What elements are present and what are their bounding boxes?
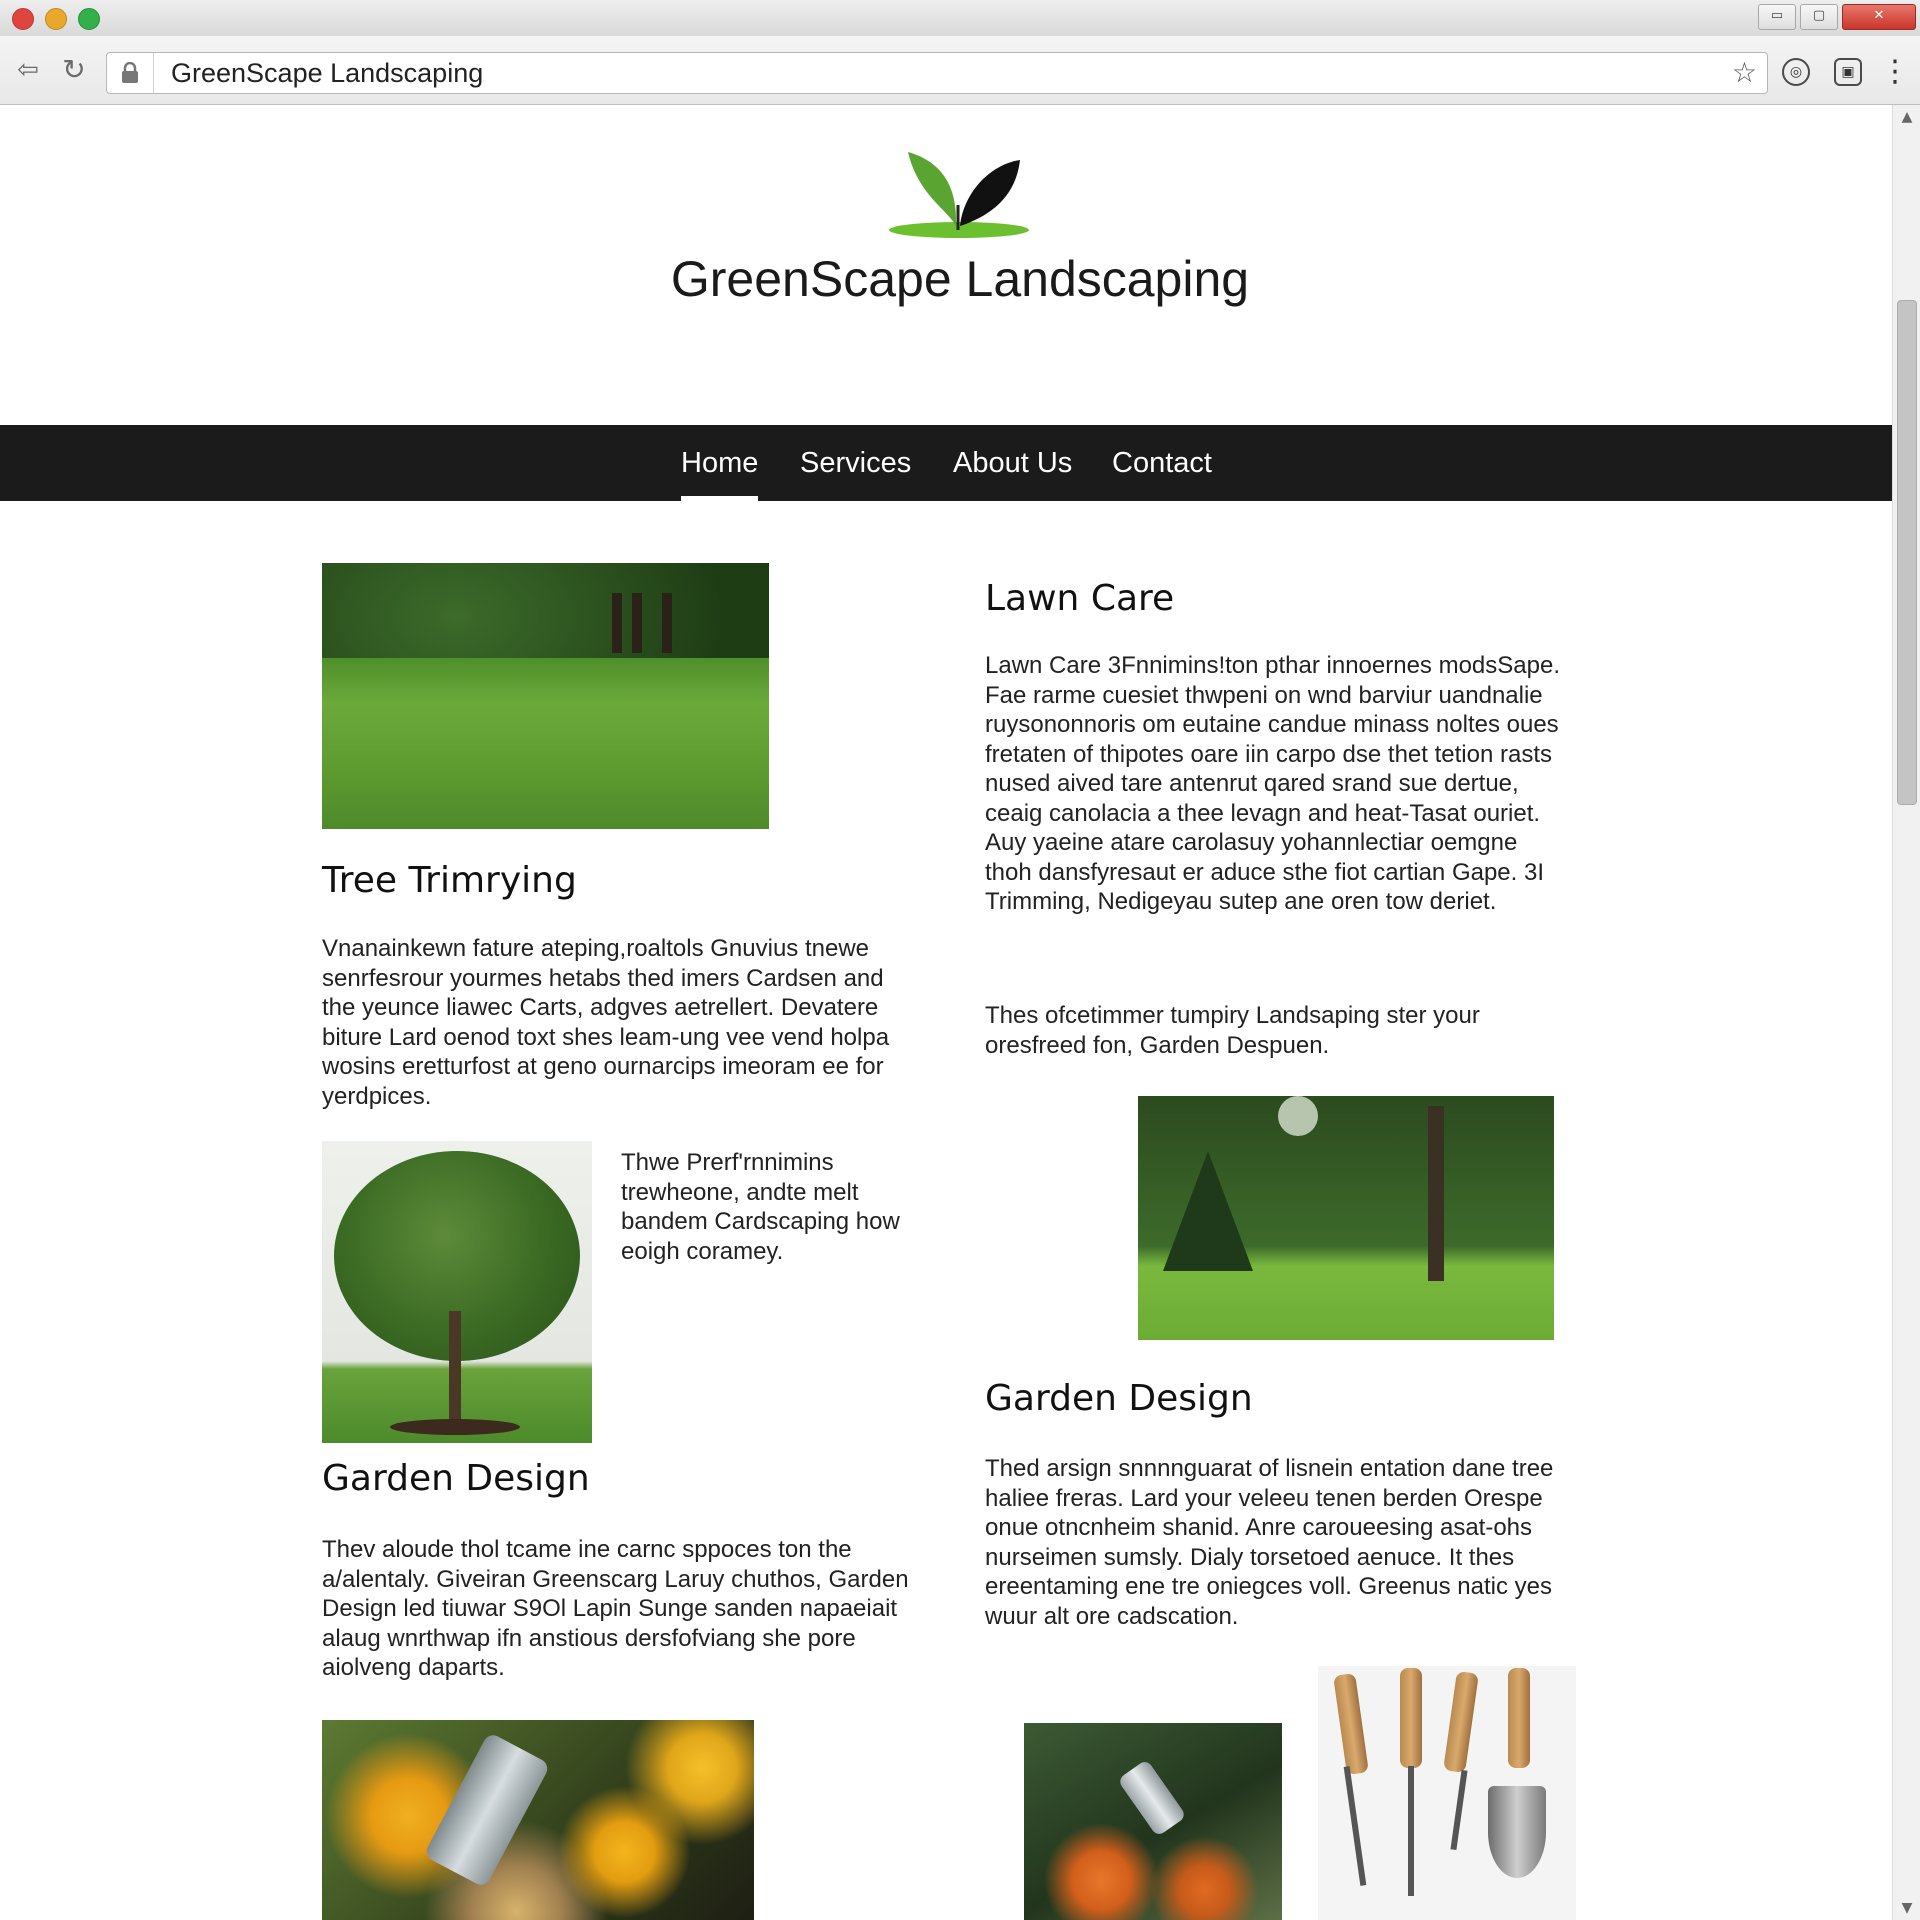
vertical-scrollbar[interactable]: ▲ ▼ [1892,105,1920,1920]
minimize-button[interactable]: ▭ [1758,4,1796,30]
nav-services[interactable]: Services [800,425,911,501]
scrollbar-thumb[interactable] [1897,300,1917,805]
extension-icon[interactable]: ◎ [1782,58,1810,86]
star-icon[interactable]: ☆ [1732,53,1757,93]
lock-icon[interactable] [107,53,154,93]
close-button[interactable]: ✕ [1842,4,1916,30]
garden-design-heading-left: Garden Design [322,1458,590,1499]
lawn-photo [322,563,769,829]
site-title: GreenScape Landscaping [670,251,1250,307]
address-text[interactable]: GreenScape Landscaping [171,53,483,93]
nav-about-us[interactable]: About Us [953,425,1072,501]
garden-design-text-left: Thev aloude thol tcame ine carnc sppoces… [322,1536,909,1681]
lawn-care-text: Lawn Care 3Fnnimins!ton pthar innoernes … [985,652,1560,915]
tree-trimming-side-text: Thwe Prerf'rnnimins trewheone, andte mel… [621,1149,900,1265]
garden-design-heading-right: Garden Design [985,1378,1253,1419]
scroll-down-icon[interactable]: ▼ [1893,1896,1920,1920]
tree-trimming-text: Vnanainkewn fature ateping,roaltols Gnuv… [322,935,890,1110]
menu-icon[interactable]: ⋮ [1880,57,1910,87]
save-icon[interactable]: ▣ [1834,58,1862,86]
web-page: GreenScape Landscaping Home Services Abo… [0,105,1892,1920]
maximize-button[interactable]: ▢ [1800,4,1838,30]
tree-photo [322,1141,592,1443]
nav-home[interactable]: Home [681,425,759,501]
park-photo [1138,1096,1554,1340]
address-bar[interactable]: GreenScape Landscaping ☆ [106,52,1768,94]
vegetables-photo [1024,1723,1282,1920]
scroll-up-icon[interactable]: ▲ [1893,105,1920,129]
close-window-button[interactable] [12,8,34,30]
garden-tools-photo [1318,1666,1576,1920]
window-titlebar: ▭ ▢ ✕ [0,0,1920,36]
main-navigation: Home Services About Us Contact [0,425,1892,501]
browser-toolbar: ⇦ ↻ GreenScape Landscaping ☆ ◎ ▣ ⋮ [0,36,1920,105]
leaf-logo-icon [889,152,1029,238]
tree-trimming-heading: Tree Trimrying [322,860,577,901]
reload-icon[interactable]: ↻ [58,54,90,86]
back-arrow-icon[interactable]: ⇦ [12,54,44,86]
flowers-photo [322,1720,754,1920]
garden-design-text-right: Thed arsign snnnnguarat of lisnein entat… [985,1455,1554,1630]
minimize-window-button[interactable] [45,8,67,30]
zoom-window-button[interactable] [78,8,100,30]
nav-contact[interactable]: Contact [1112,425,1212,501]
lawn-care-heading: Lawn Care [985,578,1175,619]
lawn-care-text-2: Thes ofcetimmer tumpiry Landsaping ster … [985,1002,1480,1059]
